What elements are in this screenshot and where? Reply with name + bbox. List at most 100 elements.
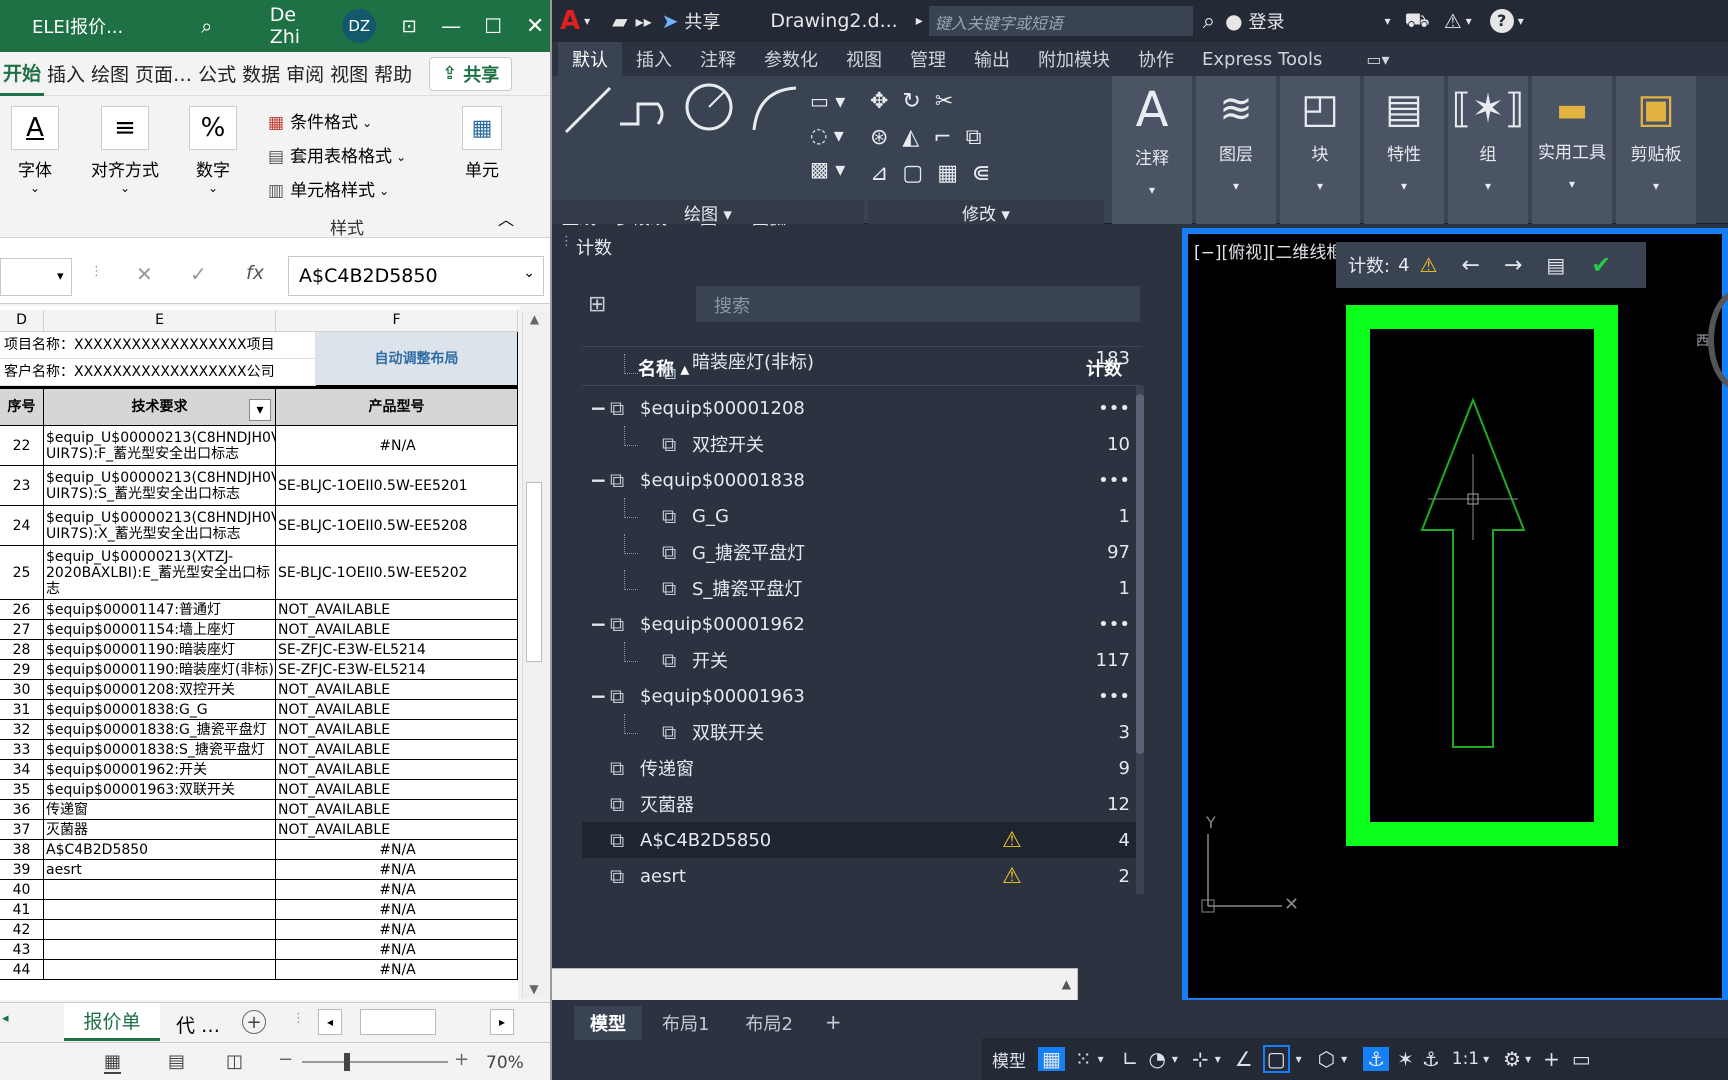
requirement-cell[interactable] bbox=[44, 960, 276, 980]
plus-icon[interactable]: + bbox=[1543, 1047, 1560, 1071]
layers-button[interactable]: ≋ 图层 ▾ bbox=[1196, 76, 1276, 224]
customize-icon[interactable]: ▭ bbox=[1572, 1047, 1591, 1071]
count-settings-icon[interactable]: ⊞ bbox=[588, 292, 606, 317]
annotation-auto-icon[interactable]: ⚓ bbox=[1422, 1047, 1440, 1071]
connect-icon[interactable]: ⚠ bbox=[1444, 9, 1462, 33]
page-layout-view-icon[interactable]: ▤ bbox=[168, 1051, 185, 1072]
collapse-ribbon-icon[interactable]: ︿ bbox=[498, 206, 514, 230]
tab-express-tools[interactable]: Express Tools bbox=[1188, 45, 1336, 74]
collapse-icon[interactable]: − bbox=[590, 612, 607, 636]
count-tree-row[interactable]: ⧉ 双控开关 10 bbox=[582, 426, 1142, 462]
count-tree-row[interactable]: − ⧉ $equip$00001838 ••• bbox=[582, 462, 1142, 498]
auto-layout-button[interactable]: 自动调整布局 bbox=[316, 332, 518, 386]
drawing-viewport[interactable]: [−][俯视][二维线框 计数: 4 ⚠ ← → ▤ ✔ 西 Y ✕ bbox=[1182, 228, 1728, 1004]
avatar[interactable]: DZ bbox=[342, 9, 377, 43]
tab-draw[interactable]: 绘图 bbox=[88, 52, 132, 96]
ortho-icon[interactable]: ∟ bbox=[1122, 1047, 1139, 1071]
number-group[interactable]: % 数字 ⌄ bbox=[186, 106, 240, 195]
requirement-cell[interactable]: 灭菌器 bbox=[44, 820, 276, 840]
model-cell[interactable]: SE-BLJC-1OEII0.5W-EE5208 bbox=[276, 506, 518, 546]
grid-icon[interactable]: ▦ bbox=[1038, 1047, 1065, 1071]
exit-arrow-shape[interactable] bbox=[1420, 397, 1526, 748]
count-tree-row[interactable]: ⧉ A$C4B2D5850 ⚠ 4 bbox=[582, 822, 1142, 858]
column-header-f[interactable]: F bbox=[276, 310, 518, 332]
search-icon[interactable]: ⌕ bbox=[192, 14, 222, 38]
palette-scroll-thumb[interactable] bbox=[1136, 394, 1144, 754]
count-tree-row[interactable]: ⧉ S_搪瓷平盘灯 1 bbox=[582, 570, 1142, 606]
tab-page-layout[interactable]: 页面… bbox=[132, 52, 195, 96]
search-icon[interactable]: ⌕ bbox=[1203, 9, 1215, 34]
group-button[interactable]: ⟦✶⟧ 组 ▾ bbox=[1448, 76, 1528, 224]
count-tree-row[interactable]: ⧉ 开关 117 bbox=[582, 642, 1142, 678]
count-tree-row[interactable]: ⧉ G_G 1 bbox=[582, 498, 1142, 534]
collapse-icon[interactable]: − bbox=[590, 468, 607, 492]
model-cell[interactable]: NOT_AVAILABLE bbox=[276, 720, 518, 740]
requirement-cell[interactable] bbox=[44, 920, 276, 940]
warning-icon[interactable]: ⚠ bbox=[1002, 864, 1022, 889]
fast-forward-icon[interactable]: ▸▸ bbox=[636, 12, 652, 31]
scroll-left-icon[interactable]: ◂ bbox=[318, 1009, 342, 1035]
model-cell[interactable]: NOT_AVAILABLE bbox=[276, 820, 518, 840]
scroll-thumb[interactable] bbox=[526, 482, 542, 662]
row-number[interactable]: 43 bbox=[0, 940, 44, 960]
help-icon[interactable]: ? bbox=[1489, 9, 1514, 33]
isodraft-icon[interactable]: ⊹ bbox=[1192, 1047, 1209, 1071]
row-number[interactable]: 22 bbox=[0, 426, 44, 466]
exit-sign-frame[interactable] bbox=[1346, 305, 1618, 846]
requirement-cell[interactable]: $equip$00001838:S_搪瓷平盘灯 bbox=[44, 740, 276, 760]
vertical-scrollbar[interactable]: ▲ ▼ bbox=[522, 312, 546, 998]
model-cell[interactable]: NOT_AVAILABLE bbox=[276, 800, 518, 820]
palette-scrollbar[interactable] bbox=[1136, 386, 1144, 894]
requirement-cell[interactable] bbox=[44, 900, 276, 920]
count-tree-row[interactable]: − ⧉ $equip$00001963 ••• bbox=[582, 678, 1142, 714]
chevron-down-icon[interactable]: ▾ bbox=[1518, 14, 1524, 28]
cart-icon[interactable]: ⛟ bbox=[1405, 8, 1430, 35]
tab-review[interactable]: 审阅 bbox=[283, 52, 327, 96]
warning-icon[interactable]: ⚠ bbox=[1002, 828, 1022, 853]
osnap-icon[interactable]: ▢ bbox=[1262, 1045, 1290, 1073]
palette-grip-icon[interactable]: ⋮ bbox=[560, 234, 573, 249]
ribbon-options-icon[interactable]: ▭▾ bbox=[1366, 50, 1389, 69]
row-number[interactable]: 27 bbox=[0, 620, 44, 640]
zoom-in-icon[interactable]: + bbox=[454, 1049, 469, 1070]
requirement-cell[interactable]: $equip$00001147:普通灯 bbox=[44, 600, 276, 620]
tab-annotate[interactable]: 注释 bbox=[686, 42, 750, 76]
annotation-visibility-icon[interactable]: ⚓ bbox=[1363, 1047, 1390, 1071]
collapse-icon[interactable]: − bbox=[590, 684, 607, 708]
ribbon-display-icon[interactable]: ⊡ bbox=[394, 16, 424, 37]
zoom-slider[interactable] bbox=[302, 1061, 448, 1063]
chevron-right-icon[interactable]: ▸ bbox=[916, 13, 923, 29]
formula-input[interactable]: A$C4B2D5850 ⌄ bbox=[288, 256, 544, 296]
model-cell[interactable]: #N/A bbox=[276, 940, 518, 960]
requirement-cell[interactable]: $equip$00001962:开关 bbox=[44, 760, 276, 780]
count-tree-row[interactable]: ⧉ 双联开关 3 bbox=[582, 714, 1142, 750]
horizontal-scrollbar[interactable] bbox=[360, 1009, 436, 1035]
model-cell[interactable]: NOT_AVAILABLE bbox=[276, 700, 518, 720]
scroll-right-icon[interactable]: ▸ bbox=[490, 1009, 514, 1035]
viewport-3d-icon[interactable]: ⬡ bbox=[1318, 1047, 1335, 1071]
header-requirement[interactable]: 技术要求 ▾ bbox=[44, 386, 276, 426]
tab-data[interactable]: 数据 bbox=[239, 52, 283, 96]
row-number[interactable]: 28 bbox=[0, 640, 44, 660]
add-sheet-icon[interactable]: + bbox=[242, 1010, 266, 1034]
draw-group-label[interactable]: 绘图 ▾ bbox=[552, 200, 864, 225]
properties-button[interactable]: ▤ 特性 ▾ bbox=[1364, 76, 1444, 224]
requirement-cell[interactable]: 传递窗 bbox=[44, 800, 276, 820]
status-model-button[interactable]: 模型 bbox=[992, 1047, 1026, 1072]
share-icon[interactable]: ➤ bbox=[662, 9, 679, 33]
normal-view-icon[interactable]: ▦ bbox=[104, 1051, 122, 1074]
gradient-icon[interactable]: ▩ ▾ bbox=[810, 152, 845, 186]
tab-manage[interactable]: 管理 bbox=[896, 42, 960, 76]
close-icon[interactable]: ✕ bbox=[520, 14, 550, 39]
model-cell[interactable]: NOT_AVAILABLE bbox=[276, 680, 518, 700]
font-group[interactable]: A 字体 ⌄ bbox=[8, 106, 62, 195]
column-header-d[interactable]: D bbox=[0, 310, 44, 332]
palette-search-input[interactable]: 搜索 bbox=[696, 286, 1140, 322]
utilities-button[interactable]: ▬ 实用工具 ▾ bbox=[1532, 76, 1612, 224]
app-logo-icon[interactable]: A bbox=[560, 6, 580, 36]
count-tree-row[interactable]: − ⧉ $equip$00001962 ••• bbox=[582, 606, 1142, 642]
snap-icon[interactable]: ⁙ bbox=[1075, 1047, 1092, 1071]
row-number[interactable]: 26 bbox=[0, 600, 44, 620]
annotation-scale-icon[interactable]: ✶ bbox=[1397, 1047, 1414, 1071]
row-number[interactable]: 32 bbox=[0, 720, 44, 740]
